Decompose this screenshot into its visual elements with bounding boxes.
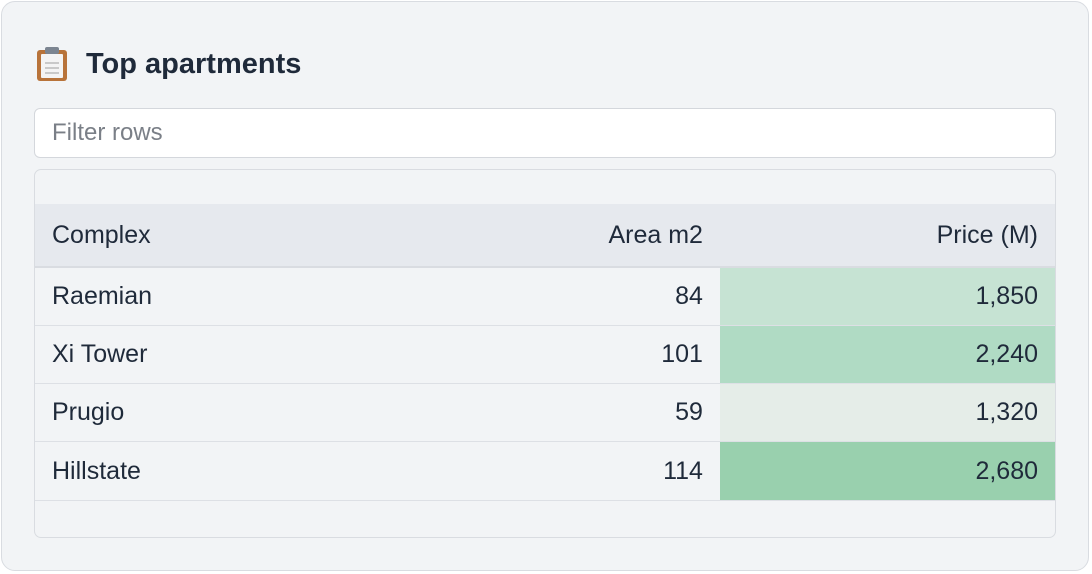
complex-cell: Raemian (35, 267, 435, 326)
column-header-price[interactable]: Price (M) (719, 204, 1055, 268)
area-cell: 59 (434, 383, 720, 442)
price-cell: 1,850 (719, 267, 1055, 326)
table-row: Raemian 84 1,850 (35, 267, 1055, 326)
complex-cell: Xi Tower (35, 325, 435, 384)
filter-rows-input[interactable] (34, 108, 1056, 158)
panel-header: Top apartments (36, 44, 301, 84)
table-row: Prugio 59 1,320 (35, 383, 1055, 442)
table-row: Xi Tower 101 2,240 (35, 325, 1055, 384)
apartments-table: Complex Area m2 Price (M) Raemian 84 1,8… (35, 204, 1055, 501)
table-header-row: Complex Area m2 Price (M) (35, 204, 1055, 268)
price-cell: 2,240 (719, 325, 1055, 384)
complex-cell: Hillstate (35, 441, 435, 501)
complex-cell: Prugio (35, 383, 435, 442)
area-cell: 84 (434, 267, 720, 326)
price-cell: 2,680 (719, 441, 1055, 501)
area-cell: 114 (434, 441, 720, 501)
column-header-complex[interactable]: Complex (35, 204, 435, 268)
area-cell: 101 (434, 325, 720, 384)
clipboard-icon (36, 46, 68, 82)
apartments-table-container: Complex Area m2 Price (M) Raemian 84 1,8… (34, 169, 1056, 538)
panel-title: Top apartments (86, 47, 302, 80)
column-header-area[interactable]: Area m2 (434, 204, 720, 268)
price-cell: 1,320 (719, 383, 1055, 442)
table-row: Hillstate 114 2,680 (35, 441, 1055, 501)
